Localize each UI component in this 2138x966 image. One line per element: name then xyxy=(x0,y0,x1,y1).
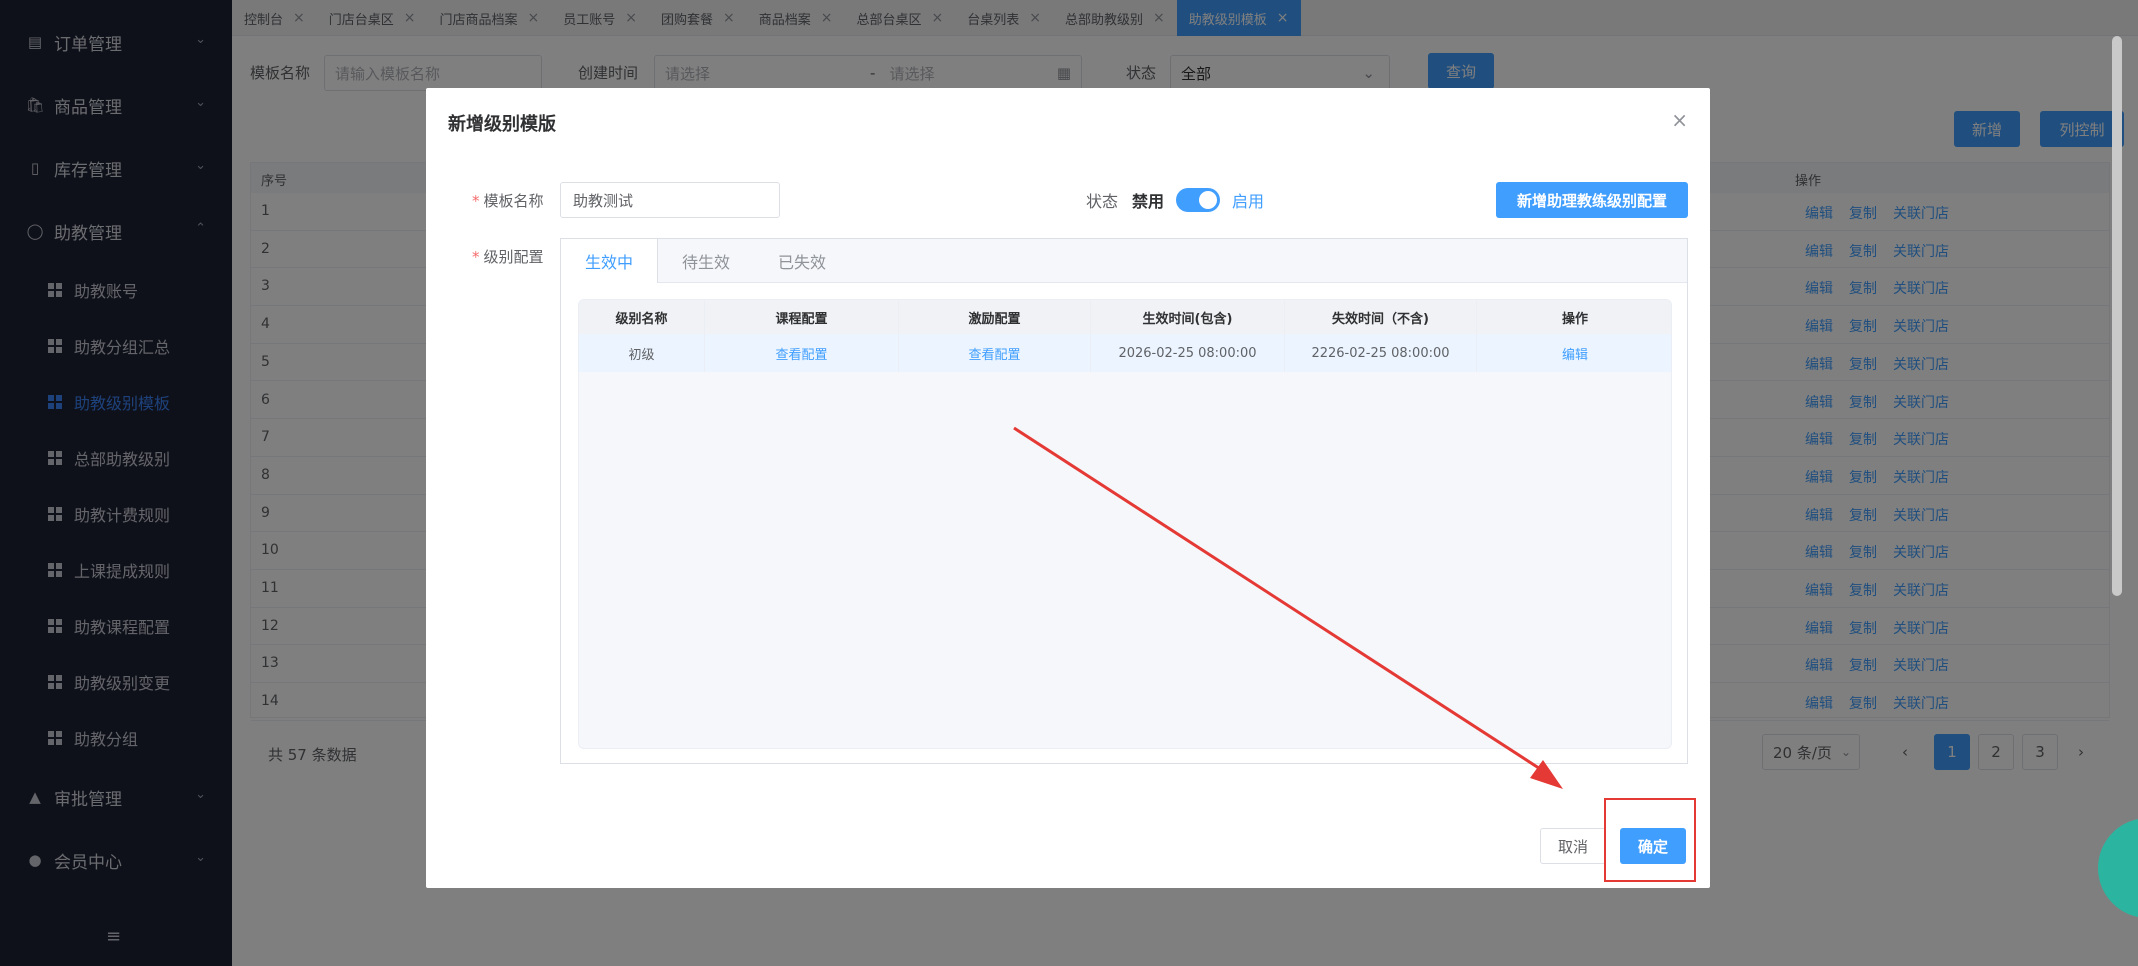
level-table: 级别名称 课程配置 激励配置 生效时间(包含) 失效时间（不含) 操作 初级 查… xyxy=(578,299,1672,749)
start-time-cell: 2026-02-25 08:00:00 xyxy=(1091,334,1285,372)
add-level-template-dialog: 新增级别模版 × * 模板名称 助教测试 状态 禁用 启用 新增助理教练级别配置 … xyxy=(426,88,1710,888)
required-mark: * xyxy=(472,192,480,210)
status-toggle[interactable] xyxy=(1176,188,1221,212)
tab-expired-levels[interactable]: 已失效 xyxy=(754,239,850,283)
level-name-cell: 初级 xyxy=(579,334,705,372)
status-label: 状态 xyxy=(1086,192,1119,211)
page-scrollbar[interactable] xyxy=(2112,36,2122,596)
header-course-config: 课程配置 xyxy=(705,300,899,334)
edit-level-link[interactable]: 编辑 xyxy=(1477,334,1671,372)
level-table-header: 级别名称 课程配置 激励配置 生效时间(包含) 失效时间（不含) 操作 xyxy=(579,300,1671,334)
add-level-config-button[interactable]: 新增助理教练级别配置 xyxy=(1496,182,1688,218)
highlight-box xyxy=(1604,798,1696,882)
level-tabs-card: 生效中 待生效 已失效 级别名称 课程配置 激励配置 生效时间(包含) 失效时间… xyxy=(560,238,1688,764)
header-level-name: 级别名称 xyxy=(579,300,705,334)
status-field: 状态 禁用 启用 xyxy=(1086,188,1264,212)
template-name-input[interactable]: 助教测试 xyxy=(560,182,780,218)
view-course-config-link[interactable]: 查看配置 xyxy=(705,334,899,372)
tab-pending-levels[interactable]: 待生效 xyxy=(658,239,754,283)
level-config-label: * 级别配置 xyxy=(472,246,544,267)
table-row: 初级 查看配置 查看配置 2026-02-25 08:00:00 2226-02… xyxy=(579,334,1671,372)
template-name-label: * 模板名称 xyxy=(472,190,544,211)
status-on-label: 启用 xyxy=(1232,192,1265,211)
level-tabs-header: 生效中 待生效 已失效 xyxy=(561,239,1687,283)
close-icon[interactable]: × xyxy=(1671,108,1688,132)
header-incentive-config: 激励配置 xyxy=(899,300,1091,334)
header-start-time: 生效时间(包含) xyxy=(1091,300,1285,334)
header-end-time: 失效时间（不含) xyxy=(1285,300,1477,334)
view-incentive-config-link[interactable]: 查看配置 xyxy=(899,334,1091,372)
label-text: 模板名称 xyxy=(483,192,544,210)
end-time-cell: 2226-02-25 08:00:00 xyxy=(1285,334,1477,372)
status-off-label: 禁用 xyxy=(1132,192,1165,211)
header-ops: 操作 xyxy=(1561,311,1588,327)
tab-active-levels[interactable]: 生效中 xyxy=(561,239,659,283)
required-mark: * xyxy=(472,248,480,266)
label-text: 级别配置 xyxy=(483,248,544,266)
cancel-button[interactable]: 取消 xyxy=(1540,828,1606,864)
dialog-title: 新增级别模版 xyxy=(448,114,556,135)
